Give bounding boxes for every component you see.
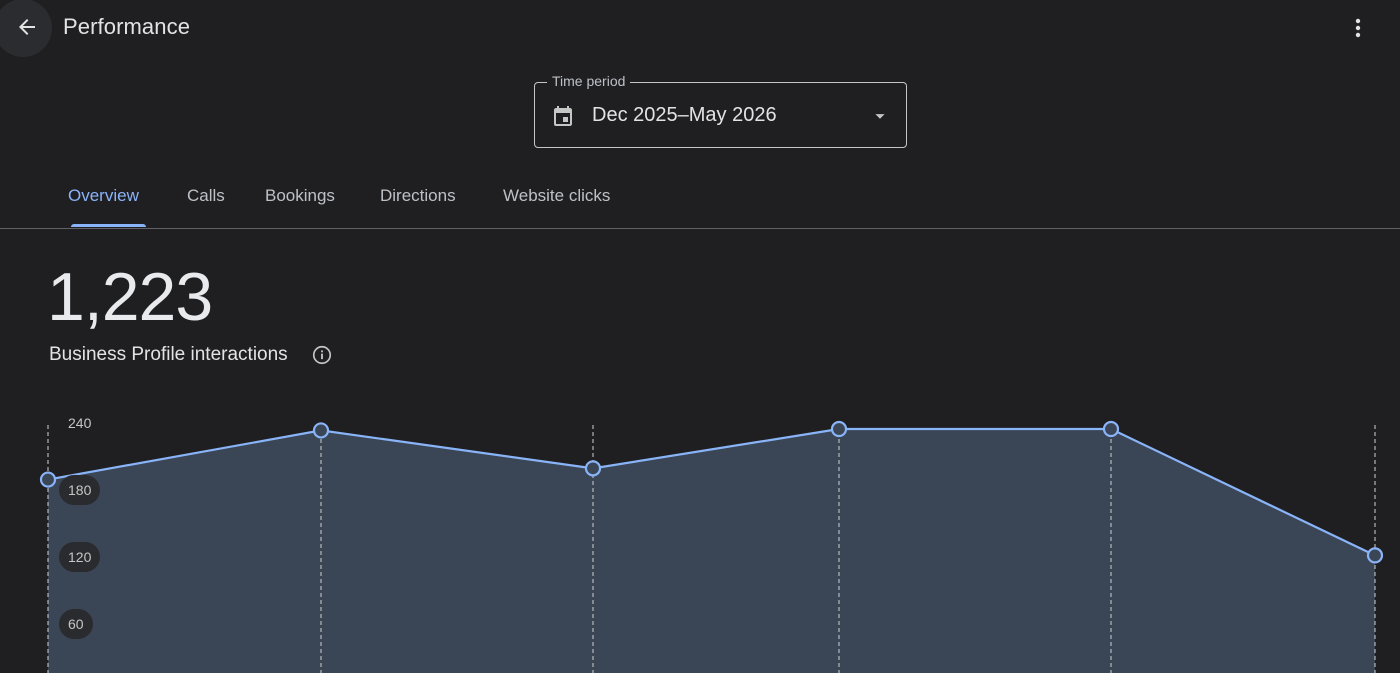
interactions-chart: 240 180 120 60 (0, 400, 1400, 673)
data-point[interactable] (39, 471, 57, 488)
data-point[interactable] (830, 420, 848, 438)
time-period-value: Dec 2025–May 2026 (592, 104, 777, 126)
interactions-total: 1,223 (47, 259, 213, 335)
tab-website-clicks[interactable]: Website clicks (503, 186, 610, 206)
y-tick-label: 240 (68, 415, 92, 431)
data-point[interactable] (584, 460, 602, 477)
info-icon[interactable] (311, 344, 333, 366)
y-tick-label: 60 (59, 609, 93, 639)
active-tab-indicator (71, 224, 146, 227)
chart-canvas (39, 420, 1384, 673)
tab-bar: Overview Calls Bookings Directions Websi… (0, 172, 1400, 229)
arrow-drop-down-icon (875, 114, 885, 119)
y-tick-label: 180 (59, 475, 101, 505)
more-vert-icon (1355, 18, 1361, 38)
series-area (48, 429, 1375, 673)
tab-overview[interactable]: Overview (68, 186, 139, 206)
performance-screen: Performance Time period Dec 2025–May 202… (0, 0, 1400, 673)
tab-directions[interactable]: Directions (380, 186, 456, 206)
tab-calls[interactable]: Calls (187, 186, 225, 206)
calendar-icon (554, 106, 572, 126)
y-tick-label: 120 (59, 542, 101, 572)
data-point[interactable] (1102, 420, 1120, 438)
more-options-button[interactable] (1338, 8, 1378, 48)
data-point[interactable] (312, 422, 330, 439)
arrow-back-icon (19, 19, 35, 35)
tab-bookings[interactable]: Bookings (265, 186, 335, 206)
time-period-label: Time period (547, 73, 631, 89)
back-button[interactable] (0, 0, 52, 57)
interactions-label: Business Profile interactions (49, 344, 288, 365)
data-point[interactable] (1366, 547, 1384, 564)
page-title: Performance (63, 14, 191, 39)
time-period-select[interactable]: Time period Dec 2025–May 2026 (534, 73, 907, 148)
